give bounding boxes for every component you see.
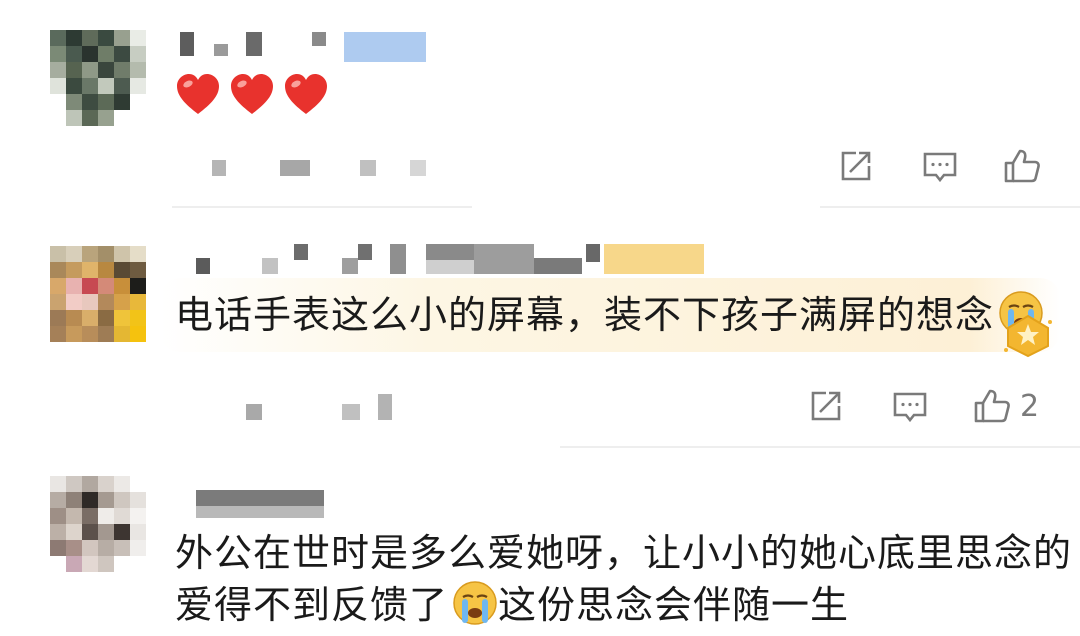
avatar[interactable] bbox=[50, 476, 146, 572]
comment-item: 外公在世时是多么爱她呀，让小小的她心底里思念的 爱得不到反馈了 这份思念会伴随一… bbox=[0, 0, 1080, 627]
username[interactable] bbox=[196, 490, 336, 520]
comment-body-line2b: 这份思念会伴随一生 bbox=[498, 583, 850, 627]
comment-text: 爱得不到反馈了 这份思念会伴随一生 bbox=[175, 574, 849, 636]
loudly-crying-face-icon bbox=[453, 581, 497, 625]
comment-body-line2a: 爱得不到反馈了 bbox=[175, 583, 449, 627]
comment-body-line1: 外公在世时是多么爱她呀，让小小的她心底里思念的 bbox=[175, 531, 1073, 575]
